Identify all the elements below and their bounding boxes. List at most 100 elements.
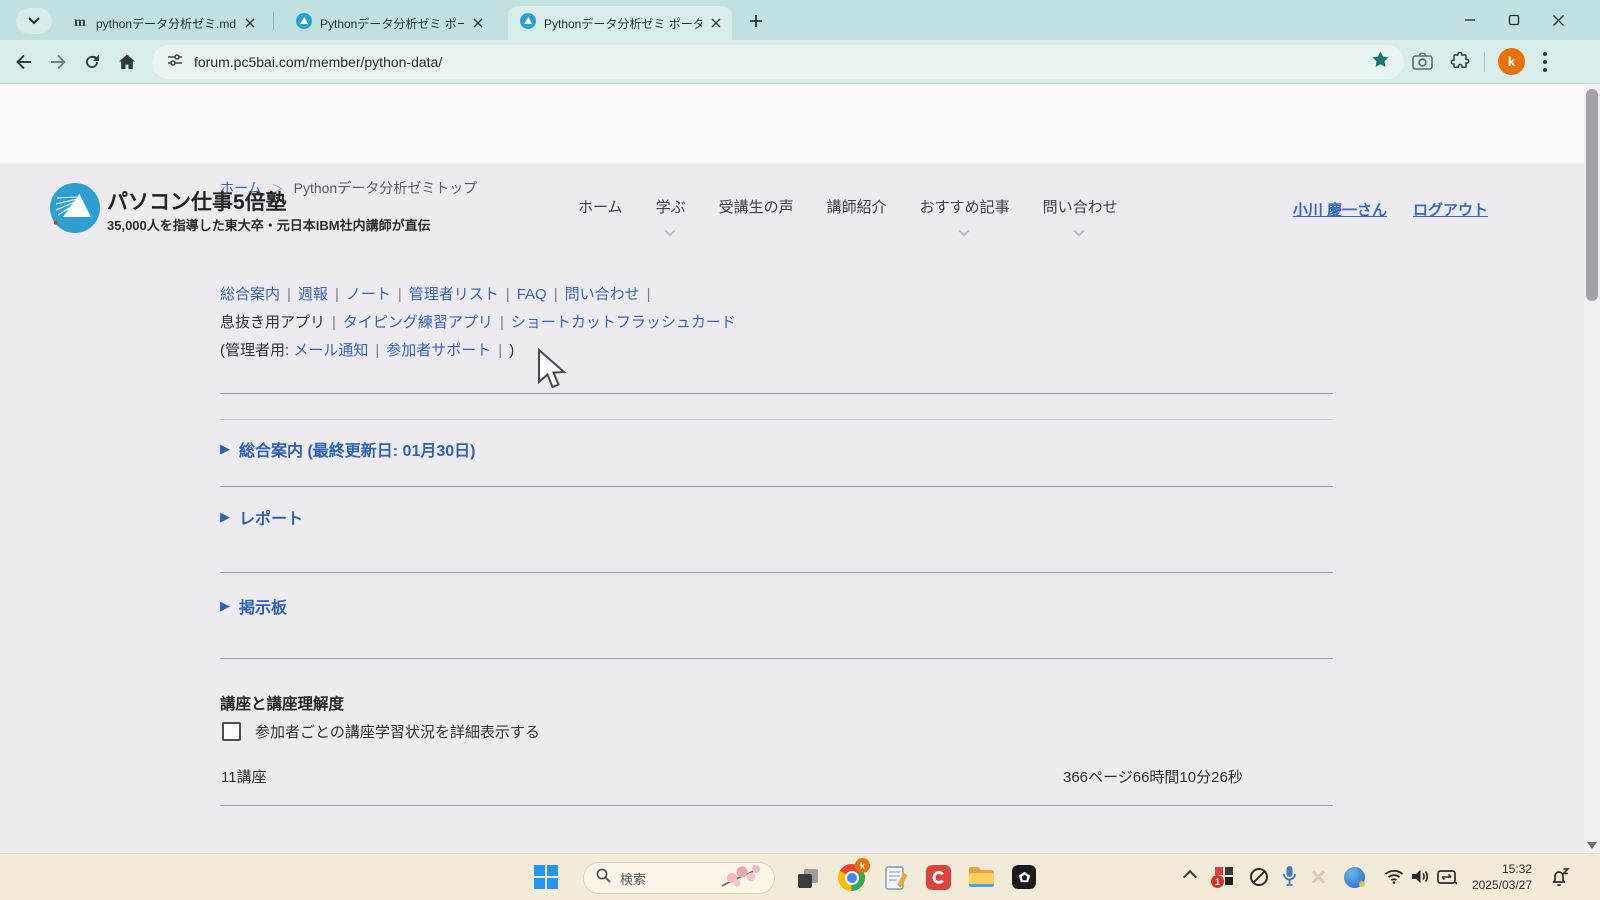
bell-sleep-icon[interactable] [1550, 867, 1570, 888]
address-bar[interactable]: forum.pc5bai.com/member/python-data/ [152, 45, 1404, 79]
link-shortcut-flashcards[interactable]: ショートカットフラッシュカード [511, 314, 736, 331]
mouse-cursor [536, 348, 568, 392]
tab-markdown[interactable]: m pythonデータ分析ゼミ.md [60, 6, 266, 40]
obs-icon[interactable] [1012, 865, 1036, 889]
triangle-right-icon: ▶ [220, 509, 230, 525]
pipe-separator: | [647, 286, 651, 303]
do-not-disturb-icon[interactable] [1249, 867, 1269, 887]
link-notes[interactable]: ノート [346, 286, 391, 303]
tab-search-button[interactable] [16, 8, 52, 34]
divider [220, 419, 1333, 420]
site-header: パソコン仕事5倍塾 35,000人を指導した東大卒・元日本IBM社内講師が直伝 … [0, 84, 1600, 163]
pipe-separator: | [287, 286, 291, 303]
quicklinks-row-3: (管理者用: メール通知|参加者サポート|) [220, 337, 736, 365]
link-admin-list[interactable]: 管理者リスト [409, 286, 499, 303]
scrollbar[interactable] [1584, 84, 1600, 853]
link-weekly-report[interactable]: 週報 [298, 286, 328, 303]
notification-count-badge: 1 [1211, 875, 1224, 888]
widgets-badge-icon[interactable]: 1 [1215, 867, 1233, 885]
pipe-separator: | [375, 342, 379, 359]
site-favicon-icon [296, 13, 312, 34]
kebab-menu-icon[interactable] [1542, 51, 1562, 71]
profile-avatar[interactable]: k [1498, 48, 1525, 75]
reload-icon[interactable] [82, 52, 102, 72]
pipe-separator: | [335, 286, 339, 303]
tab-close-icon[interactable] [708, 15, 724, 31]
minimize-button[interactable] [1448, 0, 1492, 40]
home-icon[interactable] [117, 52, 137, 72]
task-view-icon[interactable] [796, 866, 820, 890]
quicklinks: 総合案内|週報|ノート|管理者リスト|FAQ|問い合わせ| 息抜き用アプリ|タイ… [220, 281, 736, 365]
wifi-icon[interactable] [1384, 869, 1404, 884]
divider [220, 486, 1333, 487]
tab-close-icon[interactable] [470, 15, 486, 31]
link-participant-support[interactable]: 参加者サポート [386, 342, 491, 359]
section-general-info[interactable]: ▶ 総合案内 (最終更新日: 01月30日) [220, 437, 475, 461]
extensions-puzzle-icon[interactable] [1450, 52, 1470, 72]
breadcrumb-separator: ＞ [272, 180, 284, 197]
chrome-profile-badge: k [855, 858, 870, 873]
site-logo-icon[interactable] [50, 183, 100, 238]
link-general-info[interactable]: 総合案内 [220, 286, 280, 303]
volume-icon[interactable] [1411, 868, 1430, 885]
tab-portal-1[interactable]: Pythonデータ分析ゼミ ポータルトップ [284, 6, 494, 40]
seasonal-blossom-icon[interactable] [720, 862, 762, 894]
taskbar-clock[interactable]: 15:32 2025/03/27 [1472, 861, 1532, 893]
section-label[interactable]: 掲示板 [239, 594, 287, 618]
taskbar-search[interactable]: 検索 [583, 862, 775, 894]
page-content: ホーム ＞ Pythonデータ分析ゼミトップ 総合案内|週報|ノート|管理者リス… [220, 163, 1333, 853]
logout-link[interactable]: ログアウト [1413, 199, 1488, 220]
scrollbar-down-arrow[interactable] [1587, 842, 1597, 849]
close-x-icon[interactable] [1310, 869, 1326, 885]
breadcrumb-home-link[interactable]: ホーム [220, 178, 262, 198]
tab-close-icon[interactable] [242, 15, 258, 31]
course-heading: 講座と講座理解度 [220, 692, 344, 714]
notepad-icon[interactable] [884, 864, 909, 891]
triangle-right-icon: ▶ [220, 441, 230, 457]
tray-chevron-up-icon[interactable] [1185, 868, 1195, 882]
site-info-icon[interactable] [166, 51, 184, 74]
pipe-separator: | [332, 314, 336, 331]
microphone-icon[interactable] [1282, 865, 1297, 887]
ime-icon[interactable] [1437, 868, 1459, 887]
text-admin-suffix: ) [509, 342, 514, 359]
camera-icon[interactable] [1412, 52, 1432, 72]
start-icon[interactable] [534, 865, 558, 889]
screen: m pythonデータ分析ゼミ.md Pythonデータ分析ゼミ ポータルトップ… [0, 0, 1600, 900]
tab-divider [273, 12, 274, 30]
camtasia-icon[interactable] [926, 865, 951, 890]
checkbox-row: 参加者ごとの講座学習状況を詳細表示する [222, 721, 540, 742]
divider [220, 572, 1333, 573]
new-tab-button[interactable] [744, 9, 768, 33]
url-text[interactable]: forum.pc5bai.com/member/python-data/ [194, 54, 1371, 70]
assistant-sphere-icon[interactable] [1344, 867, 1365, 888]
clock-date: 2025/03/27 [1472, 877, 1532, 893]
scrollbar-thumb[interactable] [1586, 89, 1598, 301]
section-label[interactable]: 総合案内 (最終更新日: 01月30日) [239, 437, 475, 461]
close-window-button[interactable] [1536, 0, 1580, 40]
back-icon[interactable] [14, 52, 34, 72]
link-mail-notify[interactable]: メール通知 [293, 342, 368, 359]
bookmark-star-icon[interactable] [1371, 50, 1390, 74]
forward-icon[interactable] [48, 52, 68, 72]
pipe-separator: | [398, 286, 402, 303]
link-typing-app[interactable]: タイピング練習アプリ [343, 314, 493, 331]
site-favicon-icon [520, 13, 536, 34]
checkbox-label: 参加者ごとの講座学習状況を詳細表示する [255, 721, 540, 742]
maximize-button[interactable] [1492, 0, 1536, 40]
detail-display-checkbox[interactable] [222, 722, 241, 741]
chrome-icon[interactable]: k [838, 864, 865, 891]
section-label[interactable]: レポート [239, 505, 303, 529]
link-contact[interactable]: 問い合わせ [565, 286, 640, 303]
tab-portal-2-active[interactable]: Pythonデータ分析ゼミ ポータルトップ [508, 6, 732, 40]
triangle-right-icon: ▶ [220, 598, 230, 614]
plus-icon [749, 14, 763, 28]
divider [220, 805, 1333, 806]
tab-title: Pythonデータ分析ゼミ ポータルトップ [544, 15, 702, 32]
text-break-apps: 息抜き用アプリ [220, 314, 325, 331]
section-report[interactable]: ▶ レポート [220, 505, 303, 529]
section-board[interactable]: ▶ 掲示板 [220, 594, 287, 618]
link-faq[interactable]: FAQ [517, 286, 547, 303]
file-explorer-icon[interactable] [968, 865, 995, 889]
chevron-down-icon [28, 12, 40, 30]
